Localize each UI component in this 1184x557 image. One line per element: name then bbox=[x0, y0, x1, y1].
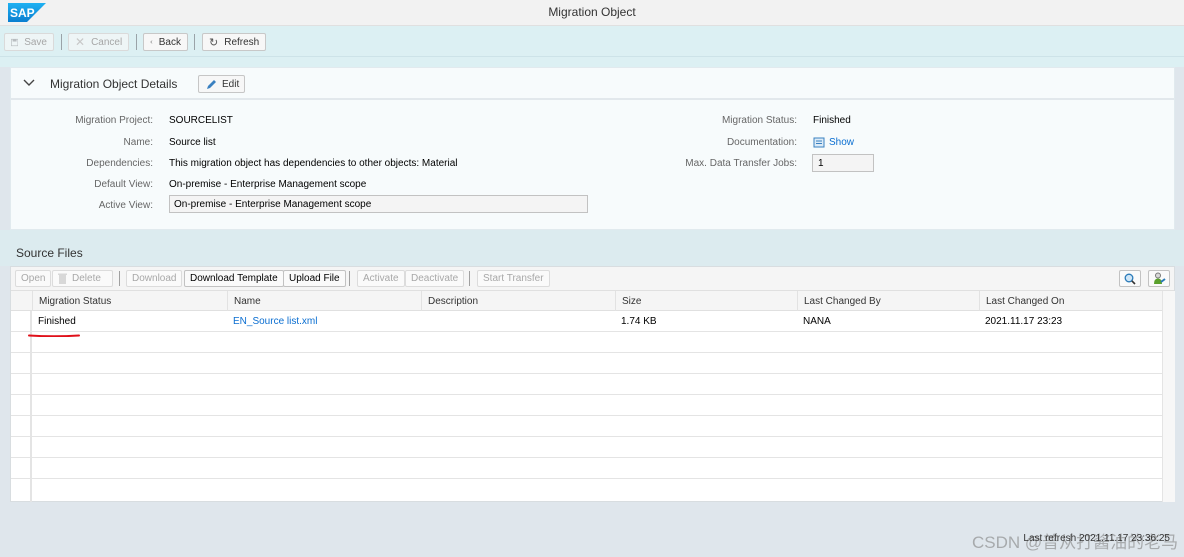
open-button[interactable]: Open bbox=[15, 270, 52, 287]
show-link-label: Show bbox=[829, 136, 855, 148]
migration-status-label: Migration Status: bbox=[721, 115, 797, 126]
deactivate-button[interactable]: Deactivate bbox=[405, 270, 465, 287]
download-template-button[interactable]: Download Template bbox=[184, 270, 284, 287]
back-button[interactable]: Back bbox=[143, 33, 188, 51]
edit-label: Edit bbox=[222, 78, 240, 90]
download-label: Download bbox=[132, 273, 177, 284]
search-icon bbox=[1124, 273, 1136, 285]
deactivate-label: Deactivate bbox=[411, 273, 459, 284]
edit-button[interactable]: Edit bbox=[198, 75, 245, 93]
empty-table-row bbox=[11, 353, 1162, 374]
migration-project-value: SOURCELIST bbox=[169, 115, 233, 126]
details-header: Migration Object Details Edit bbox=[11, 68, 1174, 100]
max-data-transfer-jobs-field[interactable]: 1 bbox=[812, 154, 874, 172]
migration-object-details-panel: Migration Object Details Edit Migration … bbox=[10, 67, 1175, 230]
empty-table-row bbox=[11, 416, 1162, 437]
column-header-name[interactable]: Name bbox=[227, 291, 421, 311]
toolbar-separator bbox=[469, 271, 470, 286]
pencil-icon bbox=[207, 79, 216, 89]
user-settings-icon bbox=[1153, 272, 1166, 284]
cell-name-link[interactable]: EN_Source list.xml bbox=[227, 311, 323, 332]
column-header-size[interactable]: Size bbox=[615, 291, 797, 311]
cell-last-changed-on: 2021.11.17 23:23 bbox=[985, 316, 1063, 327]
panel-band bbox=[0, 57, 1184, 67]
personalize-button[interactable] bbox=[1148, 270, 1170, 287]
source-files-table: Open Delete Download Download Template U… bbox=[10, 266, 1175, 502]
delete-label: Delete bbox=[72, 273, 101, 284]
empty-table-row bbox=[11, 479, 1162, 500]
source-files-title: Source Files bbox=[16, 246, 83, 260]
download-template-label: Download Template bbox=[190, 273, 278, 284]
active-view-label: Active View: bbox=[98, 200, 153, 211]
empty-table-row bbox=[11, 458, 1162, 479]
column-header-description[interactable]: Description bbox=[421, 291, 615, 311]
last-refresh-status: Last refresh 2021.11.17 23:36:25 bbox=[1023, 533, 1170, 544]
toolbar-separator bbox=[194, 34, 195, 50]
empty-table-row bbox=[11, 374, 1162, 395]
table-row[interactable]: Finished EN_Source list.xml 1.74 KB NANA… bbox=[11, 311, 1162, 332]
cell-last-changed-by: NANA bbox=[803, 316, 831, 327]
table-header: Migration Status Name Description Size L… bbox=[11, 291, 1162, 311]
start-transfer-label: Start Transfer bbox=[483, 273, 544, 284]
toolbar-separator bbox=[349, 271, 350, 286]
back-label: Back bbox=[158, 36, 181, 48]
annotation-underline bbox=[28, 334, 80, 337]
column-header-migration-status[interactable]: Migration Status bbox=[32, 291, 227, 311]
save-label: Save bbox=[24, 36, 47, 48]
document-icon bbox=[813, 137, 825, 148]
table-vertical-scrollbar[interactable] bbox=[1162, 291, 1175, 502]
toolbar-separator bbox=[61, 34, 62, 50]
migration-project-label: Migration Project: bbox=[75, 115, 153, 126]
main-toolbar: Save ✕ Cancel Back ↻ Refresh bbox=[0, 26, 1184, 57]
cancel-button[interactable]: ✕ Cancel bbox=[68, 33, 129, 51]
save-icon bbox=[11, 38, 19, 46]
empty-table-row bbox=[11, 437, 1162, 458]
upload-file-button[interactable]: Upload File bbox=[283, 270, 346, 287]
start-transfer-button[interactable]: Start Transfer bbox=[477, 270, 550, 287]
cell-size: 1.74 KB bbox=[621, 316, 657, 327]
column-header-last-changed-by[interactable]: Last Changed By bbox=[797, 291, 979, 311]
download-button[interactable]: Download bbox=[126, 270, 183, 287]
cell-description bbox=[421, 311, 433, 332]
collapse-chevron-icon[interactable] bbox=[22, 76, 36, 90]
documentation-show-link[interactable]: Show bbox=[813, 136, 854, 148]
migration-status-value: Finished bbox=[813, 115, 851, 126]
cancel-label: Cancel bbox=[91, 36, 123, 48]
shell-header: SAP Migration Object bbox=[0, 0, 1184, 26]
name-value: Source list bbox=[169, 137, 216, 148]
open-label: Open bbox=[21, 273, 46, 284]
empty-table-row bbox=[11, 395, 1162, 416]
save-button[interactable]: Save bbox=[4, 33, 54, 51]
dependencies-value: This migration object has dependencies t… bbox=[169, 158, 458, 169]
trash-icon bbox=[58, 273, 67, 284]
search-button[interactable] bbox=[1119, 270, 1141, 287]
active-view-field[interactable]: On-premise - Enterprise Management scope bbox=[169, 195, 588, 213]
refresh-icon: ↻ bbox=[209, 36, 219, 49]
source-files-band bbox=[0, 230, 1184, 266]
documentation-label: Documentation: bbox=[726, 137, 797, 148]
activate-label: Activate bbox=[363, 273, 399, 284]
empty-table-row bbox=[11, 332, 1162, 353]
table-toolbar: Open Delete Download Download Template U… bbox=[11, 267, 1174, 291]
refresh-button[interactable]: ↻ Refresh bbox=[202, 33, 266, 51]
column-header-last-changed-on[interactable]: Last Changed On bbox=[979, 291, 1162, 311]
default-view-value: On-premise - Enterprise Management scope bbox=[169, 179, 367, 190]
close-icon: ✕ bbox=[75, 35, 86, 49]
page-title: Migration Object bbox=[548, 5, 636, 19]
details-title: Migration Object Details bbox=[50, 77, 178, 91]
max-data-transfer-jobs-label: Max. Data Transfer Jobs: bbox=[685, 158, 797, 169]
chevron-left-icon bbox=[150, 40, 153, 44]
default-view-label: Default View: bbox=[94, 179, 153, 190]
refresh-label: Refresh bbox=[224, 36, 260, 48]
upload-file-label: Upload File bbox=[289, 273, 340, 284]
name-label: Name: bbox=[123, 137, 153, 148]
activate-button[interactable]: Activate bbox=[357, 270, 405, 287]
cell-migration-status: Finished bbox=[38, 316, 76, 327]
dependencies-label: Dependencies: bbox=[86, 158, 153, 169]
toolbar-separator bbox=[119, 271, 120, 286]
toolbar-separator bbox=[136, 34, 137, 50]
delete-button[interactable]: Delete bbox=[52, 270, 113, 287]
